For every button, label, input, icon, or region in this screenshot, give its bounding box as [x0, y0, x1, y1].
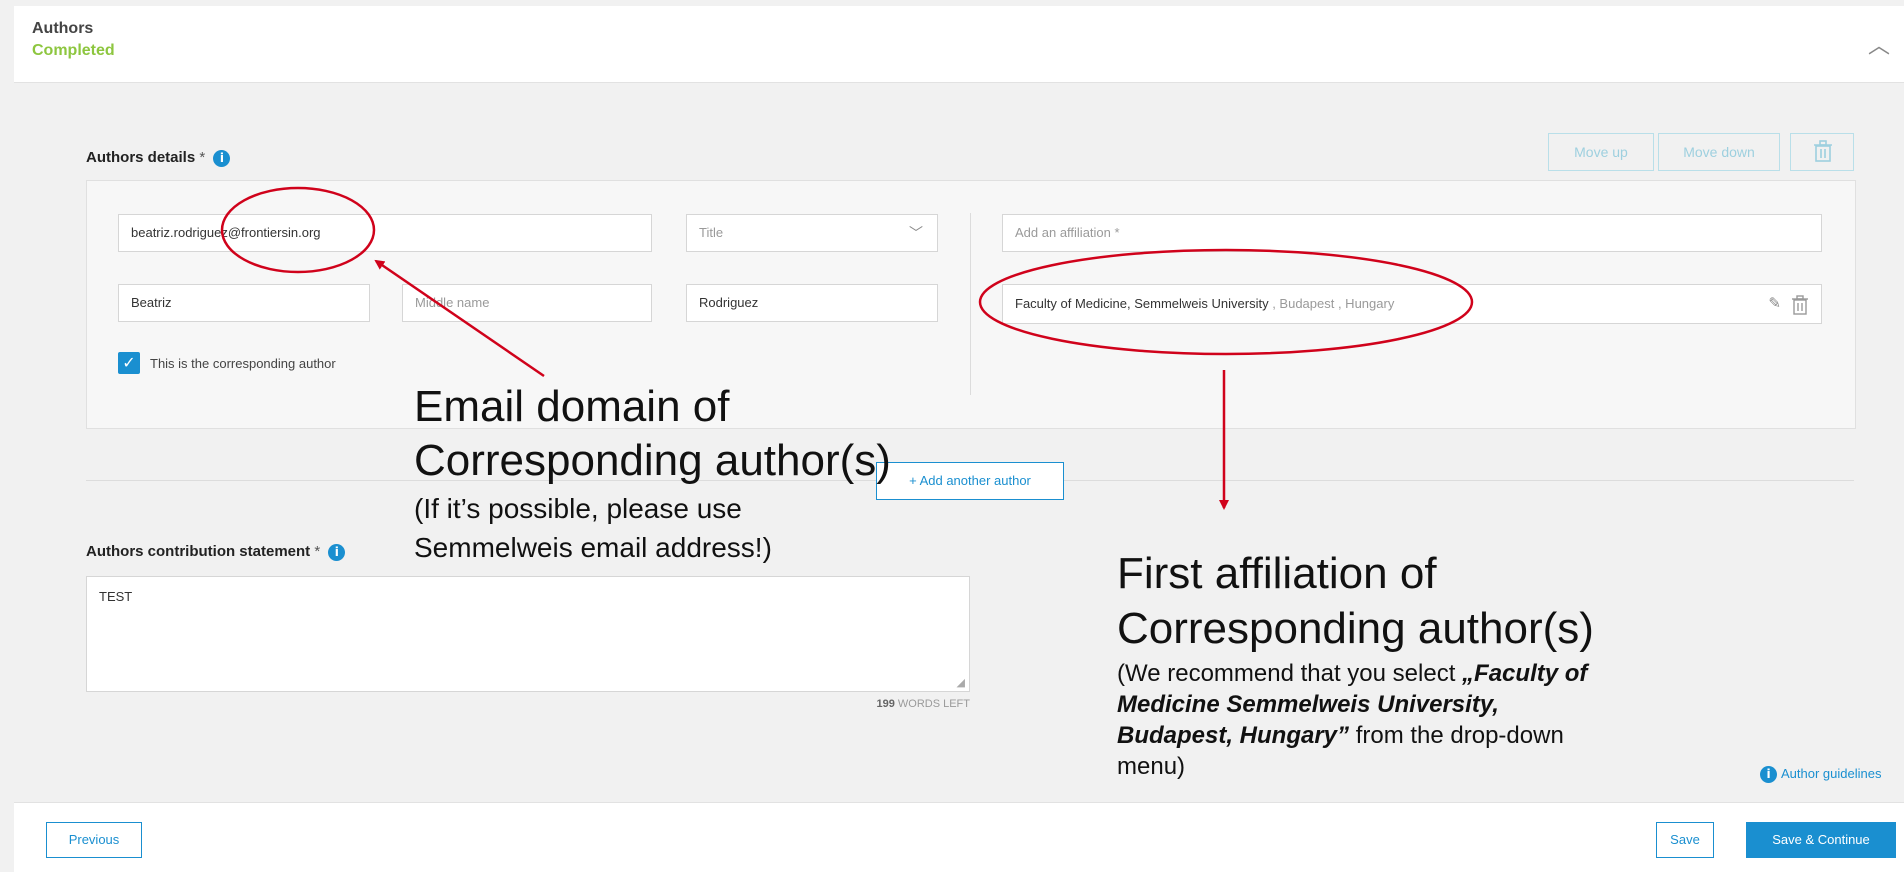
affiliation-annotation-note: Budapest, Hungary” from the drop-down — [1117, 722, 1564, 749]
affiliation-highlight-ellipse — [978, 248, 1474, 356]
annotation-overlay — [220, 186, 1474, 510]
affiliation-annotation-note: (We recommend that you select „Faculty o… — [1117, 660, 1588, 687]
affiliation-annotation-note: Medicine Semmelweis University, — [1117, 691, 1499, 718]
email-annotation-title: Email domain of — [414, 382, 730, 431]
affiliation-annotation-subtitle: Corresponding author(s) — [1117, 604, 1594, 653]
affiliation-annotation-note: menu) — [1117, 753, 1186, 780]
email-arrow — [374, 259, 545, 378]
affiliation-annotation-title: First affiliation of — [1117, 549, 1437, 598]
email-annotation-note: Semmelweis email address!) — [414, 532, 772, 563]
email-highlight-ellipse — [220, 186, 376, 274]
email-annotation-subtitle: Corresponding author(s) — [414, 436, 891, 485]
email-annotation-note: (If it’s possible, please use — [414, 493, 742, 524]
